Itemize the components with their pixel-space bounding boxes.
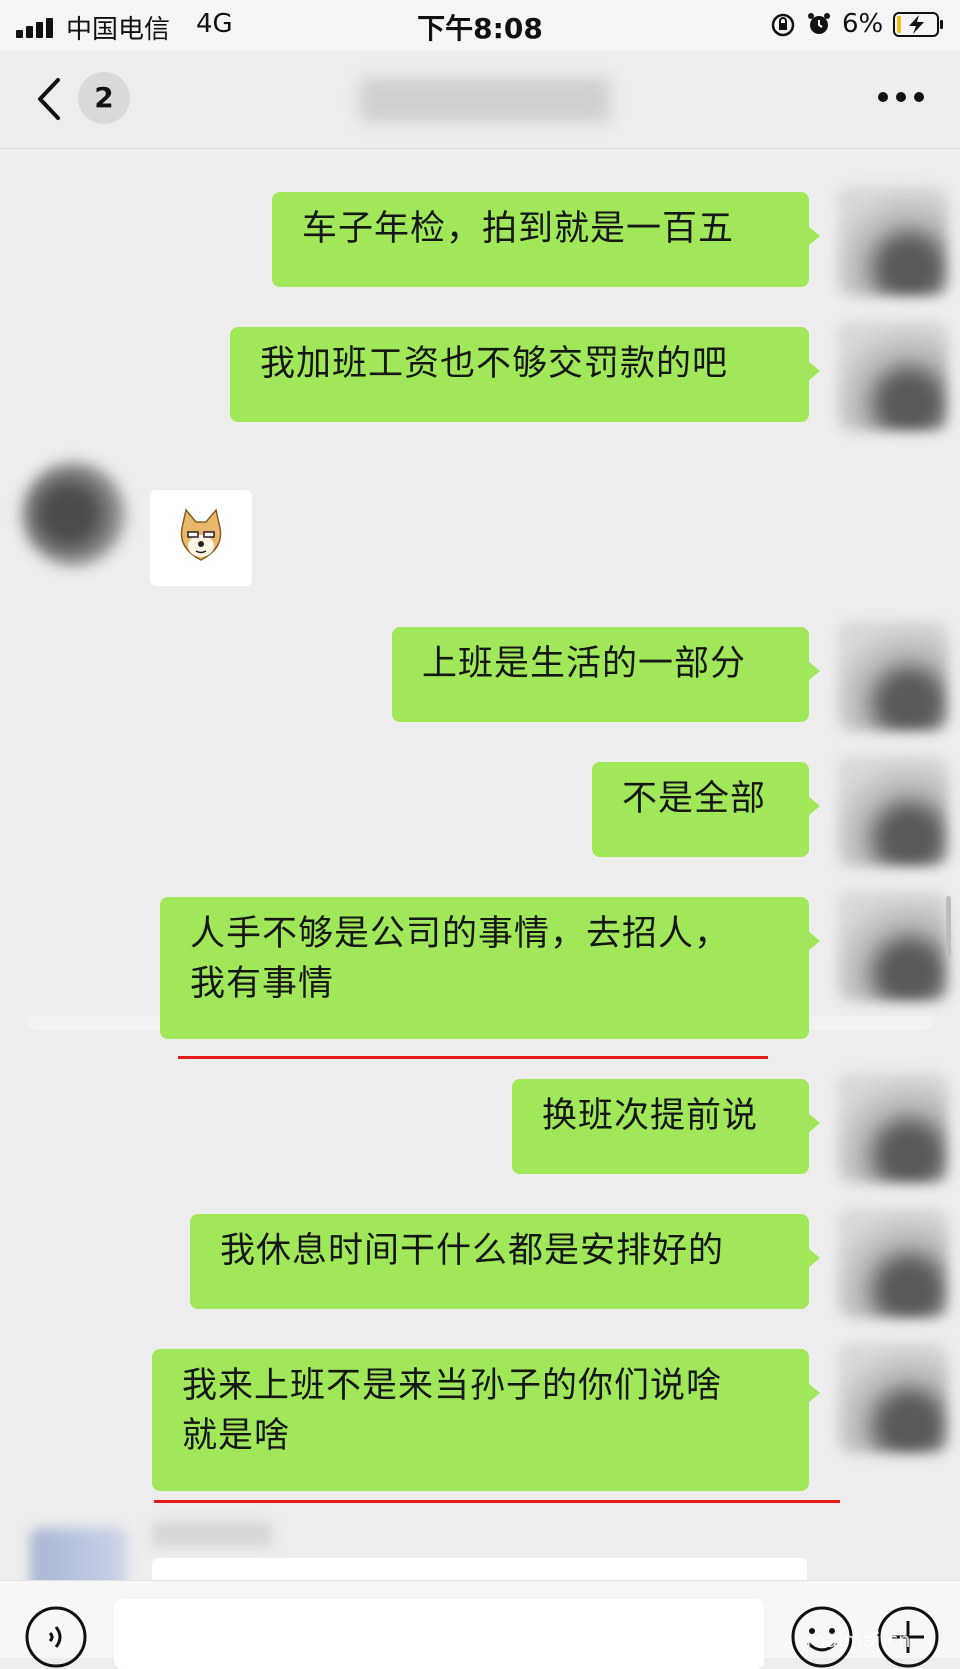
alarm-icon xyxy=(808,13,830,34)
message-bubble[interactable]: 我休息时间干什么都是安排好的 xyxy=(190,1214,820,1309)
message-bubble[interactable]: 上班是生活的一部分 xyxy=(392,627,820,722)
message-bubble[interactable]: 换班次提前说 xyxy=(512,1079,820,1174)
watermark: maimai.cn xyxy=(806,1628,911,1652)
chat-title-redacted xyxy=(360,78,610,122)
message-text-line: 我有事情 xyxy=(190,964,335,1004)
message-text-line: 人手不够是公司的事情，去招人， xyxy=(190,914,731,954)
avatar[interactable] xyxy=(22,462,126,566)
scrollbar[interactable] xyxy=(946,896,951,956)
avatar[interactable] xyxy=(838,321,948,431)
message-bubble[interactable]: 人手不够是公司的事情，去招人， 我有事情 xyxy=(160,897,820,1039)
ellipsis-icon[interactable] xyxy=(878,92,924,104)
red-underline xyxy=(178,1056,768,1059)
message-bubble[interactable]: 我来上班不是来当孙子的你们说啥 就是啥 xyxy=(152,1349,820,1491)
message-text: 不是全部 xyxy=(622,779,767,819)
red-underline xyxy=(154,1500,840,1503)
voice-icon[interactable] xyxy=(24,1605,88,1669)
avatar[interactable] xyxy=(838,1208,948,1318)
message-text: 我加班工资也不够交罚款的吧 xyxy=(260,344,729,384)
avatar[interactable] xyxy=(838,186,948,296)
unread-count-badge[interactable]: 2 xyxy=(78,72,130,124)
message-input[interactable] xyxy=(114,1599,764,1669)
avatar[interactable] xyxy=(838,1343,948,1453)
avatar[interactable] xyxy=(838,621,948,731)
message-text: 换班次提前说 xyxy=(542,1096,759,1136)
avatar[interactable] xyxy=(838,756,948,866)
chevron-left-icon[interactable] xyxy=(30,76,70,122)
battery-charging-icon xyxy=(893,12,943,37)
message-text: 我休息时间干什么都是安排好的 xyxy=(220,1231,725,1271)
sender-name-redacted xyxy=(152,1522,272,1546)
avatar[interactable] xyxy=(838,891,948,1001)
sticker-message[interactable] xyxy=(150,490,252,586)
message-bubble[interactable]: 车子年检，拍到就是一百五 xyxy=(272,192,820,287)
doge-emoji-icon xyxy=(180,508,222,561)
orientation-lock-icon xyxy=(771,13,795,37)
message-text: 上班是生活的一部分 xyxy=(422,644,747,684)
message-text: 车子年检，拍到就是一百五 xyxy=(302,209,735,249)
chat-header: 2 xyxy=(0,50,960,149)
battery-percent: 6% xyxy=(842,9,884,39)
status-bar: 中国电信 4G 下午8:08 6% xyxy=(0,0,960,50)
message-bubble[interactable]: 不是全部 xyxy=(592,762,820,857)
message-text-line: 就是啥 xyxy=(182,1416,291,1456)
message-text-line: 我来上班不是来当孙子的你们说啥 xyxy=(182,1366,723,1406)
message-bubble[interactable]: 我加班工资也不够交罚款的吧 xyxy=(230,327,820,422)
avatar[interactable] xyxy=(838,1073,948,1183)
